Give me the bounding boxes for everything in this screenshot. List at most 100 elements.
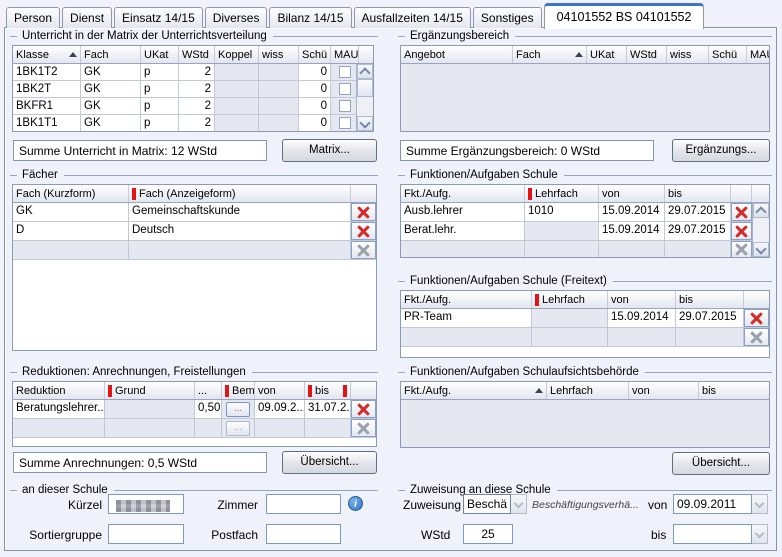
cell-ukat[interactable]: p — [141, 98, 179, 114]
column-header-fach[interactable]: Fach — [513, 46, 587, 63]
cell-ukat[interactable]: p — [141, 115, 179, 131]
mau-checkbox[interactable] — [339, 83, 351, 95]
column-header-wstd[interactable]: WStd — [179, 46, 215, 63]
cell-wstd[interactable]: 2 — [179, 98, 215, 114]
cell-bis[interactable] — [676, 328, 744, 346]
cell-bis[interactable]: 29.07.2015 — [676, 309, 744, 327]
dropdown-arrow-button[interactable] — [752, 524, 768, 544]
cell-wiss[interactable] — [259, 64, 299, 80]
cell-fkt[interactable] — [401, 241, 525, 258]
column-header-fach[interactable]: Fach — [81, 46, 141, 63]
cell-anzeigeform[interactable] — [129, 241, 351, 259]
delete-row-button[interactable] — [351, 222, 376, 240]
column-header-mau[interactable]: MAU — [331, 46, 359, 63]
bis-date-select[interactable] — [673, 524, 768, 544]
matrix-button[interactable]: Matrix... — [282, 139, 377, 162]
table-row[interactable]: BKFR1 GK p 2 0 — [13, 98, 373, 115]
cell-wstd[interactable]: 2 — [179, 81, 215, 97]
mau-checkbox[interactable] — [339, 66, 351, 78]
column-header-grund[interactable]: Grund — [105, 382, 195, 399]
column-header-reduktion[interactable]: Reduktion — [13, 382, 105, 399]
column-header-bis[interactable]: bis — [676, 291, 744, 308]
scroll-up-button[interactable] — [357, 64, 373, 79]
table-row[interactable]: 1BK2T GK p 2 0 — [13, 81, 373, 98]
cell-koppel[interactable] — [215, 115, 259, 131]
cell-wiss[interactable] — [259, 98, 299, 114]
cell-von[interactable]: 09.09.2... — [255, 400, 305, 418]
cell-lehrfach[interactable] — [532, 328, 608, 346]
column-header-schue[interactable]: Schü — [299, 46, 331, 63]
column-header-ukat[interactable]: UKat — [587, 46, 627, 63]
cell-fach[interactable]: GK — [81, 64, 141, 80]
column-header-lehrfach[interactable]: Lehrfach — [532, 291, 608, 308]
cell-wiss[interactable] — [259, 81, 299, 97]
cell-von[interactable]: 15.09.2014 — [599, 222, 665, 240]
table-row-empty[interactable]: ... — [13, 419, 376, 438]
column-header-fkt[interactable]: Fkt./Aufg. — [401, 291, 532, 308]
cell-bis[interactable]: 29.07.2015 — [665, 222, 731, 240]
dropdown-arrow-button[interactable] — [511, 494, 527, 514]
vertical-scrollbar[interactable] — [356, 64, 373, 131]
cell-anzeigeform[interactable]: Deutsch — [129, 222, 351, 240]
cell-klasse[interactable]: BKFR1 — [13, 98, 81, 114]
cell-wiss[interactable] — [259, 115, 299, 131]
scroll-down-button[interactable] — [753, 242, 769, 257]
cell-schue[interactable]: 0 — [299, 81, 331, 97]
cell-bis[interactable] — [305, 419, 351, 437]
delete-row-button[interactable] — [351, 203, 376, 221]
scroll-up-button[interactable] — [753, 203, 769, 218]
column-header-schue[interactable]: Schü — [709, 46, 747, 63]
cell-von[interactable]: 15.09.2014 — [599, 203, 665, 221]
column-header-von[interactable]: von — [608, 291, 676, 308]
cell-schue[interactable]: 0 — [299, 98, 331, 114]
table-row[interactable]: Ausb.lehrer 1010 15.09.2014 29.07.2015 — [401, 203, 769, 222]
tab-diverses[interactable]: Diverses — [205, 7, 268, 28]
bem-ellipsis-button-disabled[interactable]: ... — [226, 421, 250, 436]
zuweisung-select[interactable]: Beschä — [463, 494, 527, 514]
cell-koppel[interactable] — [215, 98, 259, 114]
cell-lehrfach[interactable]: 1010 — [525, 203, 599, 221]
ergaenzung-button[interactable]: Ergänzungs... — [672, 139, 770, 162]
column-header-anzeigeform[interactable]: Fach (Anzeigeform) — [129, 185, 351, 202]
column-header-koppel[interactable]: Koppel — [215, 46, 259, 63]
cell-bis[interactable]: 31.07.2... — [305, 400, 351, 418]
table-row[interactable]: Berat.lehr. 15.09.2014 29.07.2015 — [401, 222, 769, 241]
scroll-down-button[interactable] — [357, 116, 373, 131]
cell-kurzform[interactable]: GK — [13, 203, 129, 221]
cell-fach[interactable]: GK — [81, 115, 141, 131]
cell-wstd[interactable]: 2 — [179, 64, 215, 80]
tab-bilanz[interactable]: Bilanz 14/15 — [269, 7, 351, 28]
cell-fkt[interactable]: Berat.lehr. — [401, 222, 525, 240]
column-header-wiss[interactable]: wiss — [259, 46, 299, 63]
cell-wstd[interactable]: 2 — [179, 115, 215, 131]
cell-kurzform[interactable] — [13, 241, 129, 259]
table-row[interactable]: 1BK1T2 GK p 2 0 — [13, 64, 373, 81]
column-header-bis[interactable]: bis — [305, 382, 351, 399]
clear-row-button[interactable] — [351, 241, 376, 259]
cell-lehrfach[interactable] — [525, 222, 599, 240]
column-header-angebot[interactable]: Angebot — [401, 46, 513, 63]
column-header-von[interactable]: von — [629, 382, 699, 399]
mau-checkbox[interactable] — [339, 100, 351, 112]
cell-reduktion[interactable] — [13, 419, 105, 437]
column-header-lehrfach[interactable]: Lehrfach — [525, 185, 599, 202]
cell-von[interactable] — [608, 328, 676, 346]
cell-grund[interactable] — [105, 419, 195, 437]
cell-grund[interactable] — [105, 400, 195, 418]
table-row[interactable]: Beratungslehrer... 0,50 ... 09.09.2... 3… — [13, 400, 376, 419]
column-header-bem[interactable]: Bem — [222, 382, 255, 399]
table-row[interactable]: PR-Team 15.09.2014 29.07.2015 — [401, 309, 769, 328]
column-header-kurzform[interactable]: Fach (Kurzform) — [13, 185, 129, 202]
column-header-bis[interactable]: bis — [699, 382, 769, 399]
cell-fach[interactable]: GK — [81, 98, 141, 114]
column-header-von[interactable]: von — [599, 185, 665, 202]
sortiergruppe-field[interactable] — [108, 524, 184, 544]
tab-einsatz[interactable]: Einsatz 14/15 — [114, 7, 203, 28]
tab-ausfallzeiten[interactable]: Ausfallzeiten 14/15 — [354, 7, 471, 28]
cell-schue[interactable]: 0 — [299, 115, 331, 131]
table-row-empty[interactable] — [401, 241, 769, 258]
delete-row-button[interactable] — [731, 203, 752, 221]
column-header-lehrfach[interactable]: Lehrfach — [547, 382, 629, 399]
table-row-empty[interactable] — [13, 241, 376, 260]
cell-von[interactable] — [255, 419, 305, 437]
